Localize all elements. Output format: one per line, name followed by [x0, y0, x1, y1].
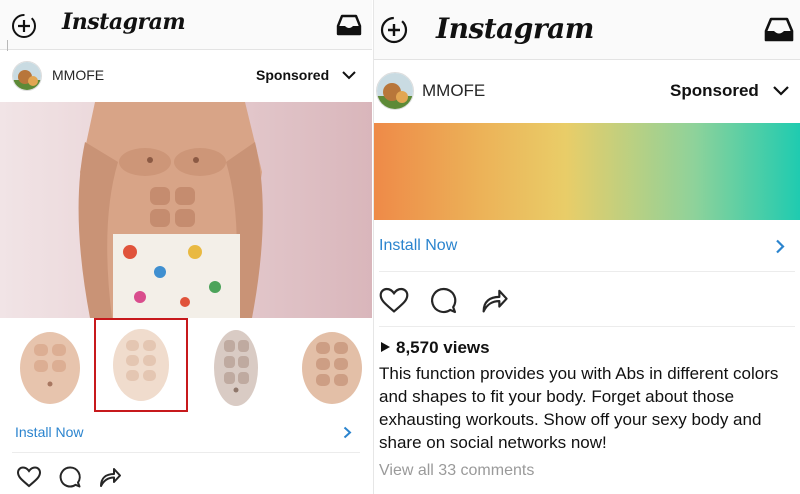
play-icon [381, 342, 390, 352]
ad-media-gradient[interactable] [374, 123, 800, 220]
left-screenshot-panel: Instagram MMOFE Sponsored Install Now [0, 0, 372, 494]
install-now-link[interactable]: Install Now [379, 237, 457, 255]
top-bar: Instagram [374, 0, 800, 60]
view-comments-link[interactable]: View all 33 comments [379, 462, 534, 480]
chevron-down-icon[interactable] [773, 86, 789, 96]
divider [379, 271, 795, 272]
post-header: MMOFE Sponsored [374, 61, 800, 123]
post-header: MMOFE Sponsored [0, 51, 372, 102]
avatar-image [377, 73, 413, 109]
share-icon[interactable] [98, 465, 122, 489]
post-username[interactable]: MMOFE [422, 81, 485, 101]
divider [12, 452, 360, 453]
comment-icon[interactable] [58, 465, 82, 489]
abs-thumbnail-image [20, 332, 80, 404]
views-text: 8,570 views [396, 338, 490, 357]
abs-thumbnail-image [214, 330, 258, 406]
heart-icon[interactable] [378, 286, 410, 315]
avatar[interactable] [376, 72, 414, 110]
sponsored-label: Sponsored [256, 67, 330, 83]
top-bar: Instagram [0, 0, 372, 50]
torso-illustration [78, 102, 263, 318]
share-icon[interactable] [480, 286, 509, 315]
abs-thumbnail-selected[interactable] [94, 318, 188, 412]
abs-thumbnail[interactable] [10, 326, 90, 406]
chevron-down-icon[interactable] [342, 71, 356, 80]
abs-thumbnail[interactable] [292, 326, 372, 406]
chevron-right-icon[interactable] [343, 426, 352, 439]
add-story-icon[interactable] [10, 12, 38, 40]
sponsored-label: Sponsored [670, 81, 759, 100]
instagram-logo: Instagram [62, 9, 186, 35]
right-screenshot-panel: Instagram MMOFE Sponsored Install Now 8,… [373, 0, 800, 494]
post-username[interactable]: MMOFE [52, 67, 104, 83]
comment-icon[interactable] [429, 286, 458, 315]
abs-thumbnail-image [302, 332, 362, 404]
inbox-icon[interactable] [764, 16, 794, 43]
avatar-image [13, 62, 41, 90]
chevron-right-icon[interactable] [775, 239, 785, 254]
abs-thumbnail[interactable] [196, 326, 276, 406]
views-count: 8,570 views [380, 338, 490, 358]
avatar[interactable] [12, 61, 42, 91]
inbox-icon[interactable] [336, 13, 362, 37]
heart-icon[interactable] [16, 465, 42, 489]
divider [379, 326, 795, 327]
post-caption: This function provides you with Abs in d… [379, 364, 779, 452]
add-story-icon[interactable] [379, 15, 409, 45]
ad-photo[interactable] [0, 102, 372, 318]
instagram-logo: Instagram [436, 12, 594, 45]
abs-thumbnail-image [113, 329, 169, 401]
abs-thumbnail-row [0, 318, 372, 414]
install-now-link[interactable]: Install Now [15, 424, 83, 440]
